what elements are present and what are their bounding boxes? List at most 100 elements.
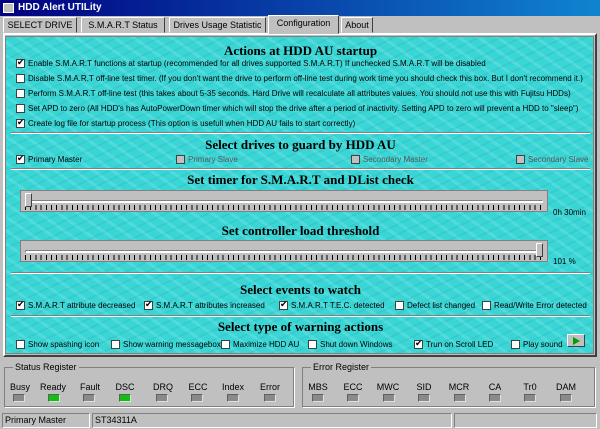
- startup-option[interactable]: Disable S.M.A.R.T off-line test timer. (…: [16, 73, 583, 84]
- drive-primary-master[interactable]: Primary Master: [16, 153, 82, 165]
- error-register-title: Error Register: [311, 362, 372, 372]
- checkbox[interactable]: [16, 57, 25, 68]
- checkbox[interactable]: [16, 89, 25, 98]
- slider-thumb[interactable]: [25, 193, 32, 207]
- slider-track: [25, 200, 543, 203]
- events-heading: Select events to watch: [240, 282, 361, 297]
- status-led-ready: [48, 394, 60, 402]
- checkbox[interactable]: [395, 301, 404, 310]
- checkbox[interactable]: [414, 338, 423, 349]
- warnings-heading: Select type of warning actions: [217, 319, 384, 334]
- tab-drives-usage-statistic[interactable]: Drives Usage Statistic: [169, 17, 266, 33]
- play-sound-button[interactable]: [567, 334, 585, 347]
- error-led-mbs: [312, 394, 324, 402]
- checkbox[interactable]: [16, 340, 25, 349]
- timer-slider[interactable]: [20, 190, 548, 212]
- event-option[interactable]: Read/Write Error detected: [482, 300, 587, 311]
- checkbox[interactable]: [279, 299, 288, 310]
- tab-about[interactable]: About: [341, 17, 373, 33]
- checkbox[interactable]: [221, 340, 230, 349]
- slider-thumb[interactable]: [536, 243, 543, 257]
- startup-option[interactable]: Perform S.M.A.R.T off-line test (this ta…: [16, 88, 571, 99]
- app-icon: [3, 3, 14, 13]
- status-led-fault: [83, 394, 95, 402]
- error-led-dam: [560, 394, 572, 402]
- status-led-dsc: [119, 394, 131, 402]
- warning-option[interactable]: Show warning messagebox: [111, 339, 221, 350]
- status-extra: [454, 413, 597, 428]
- warning-option[interactable]: Trun on Scroll LED: [414, 338, 493, 350]
- status-bit-label: Index: [221, 382, 245, 392]
- checkbox[interactable]: [16, 74, 25, 83]
- configuration-area: Actions at HDD AU startup Enable S.M.A.R…: [5, 36, 594, 354]
- checkbox: [176, 155, 185, 164]
- checkbox[interactable]: [16, 117, 25, 128]
- checkbox[interactable]: [308, 340, 317, 349]
- checkbox[interactable]: [111, 340, 120, 349]
- status-bit-label: DSC: [115, 382, 135, 392]
- error-bit-label: DAM: [556, 382, 576, 392]
- error-bit-label: Tr0: [523, 382, 537, 392]
- divider: [11, 132, 590, 134]
- status-bit-label: Ready: [39, 382, 66, 392]
- warning-option[interactable]: Shut down Windows: [308, 339, 392, 350]
- status-drive: Primary Master: [2, 413, 90, 428]
- load-value: 101 %: [553, 257, 576, 266]
- warning-option[interactable]: Maximize HDD AU: [221, 339, 299, 350]
- startup-option[interactable]: Create log file for startup process (Thi…: [16, 117, 355, 129]
- error-led-ca: [489, 394, 501, 402]
- event-option[interactable]: S.M.A.R.T attribute decreased: [16, 299, 135, 311]
- status-led-ecc: [191, 394, 203, 402]
- drives-heading: Select drives to guard by HDD AU: [205, 137, 396, 152]
- divider: [11, 168, 590, 170]
- checkbox[interactable]: [144, 299, 153, 310]
- slider-track: [25, 250, 543, 253]
- status-led-busy: [13, 394, 25, 402]
- error-led-mwc: [383, 394, 395, 402]
- timer-value: 0h 30min: [553, 208, 586, 217]
- tab-strip: SELECT DRIVE S.M.A.R.T Status Drives Usa…: [3, 15, 597, 34]
- checkbox[interactable]: [16, 104, 25, 113]
- drive-secondary-slave: Secondary Slave: [516, 154, 588, 165]
- startup-option[interactable]: Set APD to zero (All HDD's has AutoPower…: [16, 103, 578, 114]
- status-model: ST34311A: [92, 413, 452, 428]
- checkbox[interactable]: [16, 153, 25, 164]
- error-led-mcr: [454, 394, 466, 402]
- slider-ticks: [25, 255, 543, 260]
- load-slider[interactable]: [20, 240, 548, 262]
- error-register: Error Register MBS ECC MWC SID MCR CA Tr…: [302, 362, 595, 407]
- event-option[interactable]: Defect list changed: [395, 300, 475, 311]
- startup-option[interactable]: Enable S.M.A.R.T functions at startup (r…: [16, 57, 486, 69]
- warning-option[interactable]: Play sound: [511, 339, 563, 350]
- divider: [11, 272, 590, 274]
- status-led-drq: [156, 394, 168, 402]
- error-bit-label: MWC: [376, 382, 400, 392]
- event-option[interactable]: S.M.A.R.T attributes increased: [144, 299, 265, 311]
- checkbox: [351, 155, 360, 164]
- checkbox[interactable]: [16, 299, 25, 310]
- error-bit-label: SID: [416, 382, 432, 392]
- window-title: HDD Alert UTILity: [18, 2, 102, 13]
- drive-secondary-master: Secondary Master: [351, 154, 428, 165]
- tab-smart-status[interactable]: S.M.A.R.T Status: [81, 17, 165, 33]
- error-led-ecc: [347, 394, 359, 402]
- error-bit-label: CA: [488, 382, 502, 392]
- status-register-title: Status Register: [13, 362, 79, 372]
- checkbox[interactable]: [511, 340, 520, 349]
- error-led-sid: [418, 394, 430, 402]
- checkbox[interactable]: [482, 301, 491, 310]
- status-register: Status Register Busy Ready Fault DSC DRQ…: [4, 362, 294, 407]
- tab-select-drive[interactable]: SELECT DRIVE: [3, 17, 77, 33]
- event-option[interactable]: S.M.A.R.T T.E.C. detected: [279, 299, 385, 311]
- slider-ticks: [25, 205, 543, 210]
- status-bit-label: Busy: [9, 382, 30, 392]
- checkbox: [516, 155, 525, 164]
- tab-configuration[interactable]: Configuration: [268, 15, 339, 34]
- status-bit-label: DRQ: [153, 382, 173, 392]
- error-bit-label: MCR: [448, 382, 470, 392]
- drive-primary-slave: Primary Slave: [176, 154, 238, 165]
- warning-option[interactable]: Show spashing icon: [16, 339, 99, 350]
- startup-heading: Actions at HDD AU startup: [223, 43, 378, 58]
- title-bar: HDD Alert UTILity: [0, 0, 600, 16]
- status-led-index: [227, 394, 239, 402]
